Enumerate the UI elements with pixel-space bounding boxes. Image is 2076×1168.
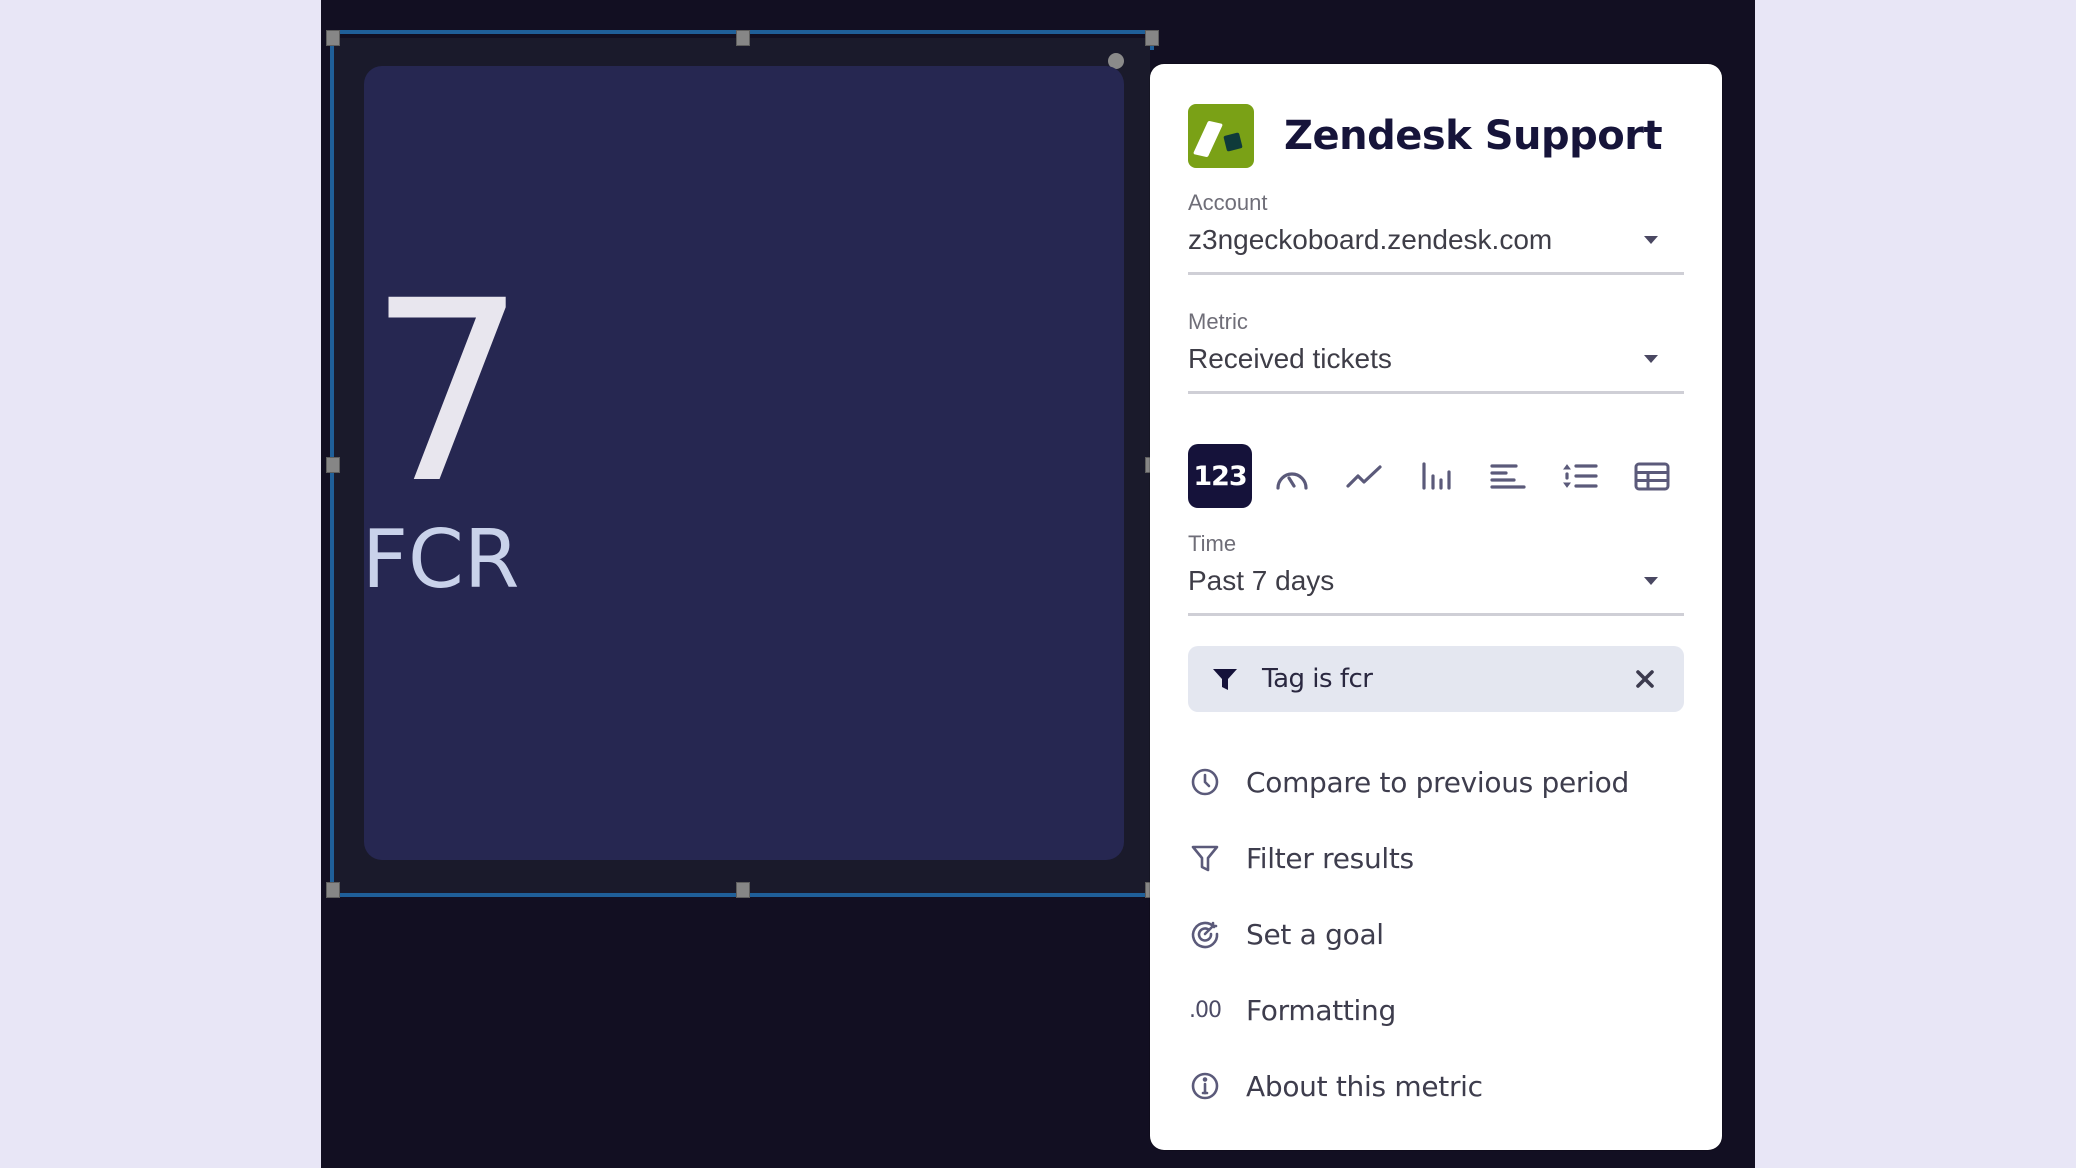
metric-select[interactable]: Received tickets xyxy=(1188,343,1684,394)
resize-handle-top-right[interactable] xyxy=(1145,30,1159,46)
viz-table-button[interactable] xyxy=(1620,444,1684,508)
option-label: Set a goal xyxy=(1246,917,1384,951)
filter-chip[interactable]: Tag is fcr xyxy=(1188,646,1684,712)
set-goal-option[interactable]: Set a goal xyxy=(1188,896,1684,972)
resize-handle-bottom[interactable] xyxy=(736,882,750,898)
account-value: z3ngeckoboard.zendesk.com xyxy=(1188,224,1553,255)
widget-config-panel: Zendesk Support Account z3ngeckoboard.ze… xyxy=(1150,64,1722,1150)
info-icon xyxy=(1191,1072,1219,1100)
visualization-picker: 123 xyxy=(1188,444,1692,508)
line-chart-icon xyxy=(1346,465,1382,488)
column-chart-icon xyxy=(1422,462,1451,490)
time-value: Past 7 days xyxy=(1188,565,1335,596)
viz-gauge-button[interactable] xyxy=(1260,444,1324,508)
target-icon xyxy=(1191,921,1219,949)
viz-leaderboard-button[interactable] xyxy=(1548,444,1612,508)
metric-value: Received tickets xyxy=(1188,343,1392,374)
number-icon: 123 xyxy=(1193,460,1247,492)
bar-chart-icon xyxy=(1490,464,1526,489)
time-field: Time Past 7 days xyxy=(1188,531,1684,616)
gauge-icon xyxy=(1276,472,1308,490)
resize-handle-top-left[interactable] xyxy=(326,30,340,46)
close-icon[interactable] xyxy=(1634,668,1656,690)
panel-header: Zendesk Support xyxy=(1188,104,1663,168)
chevron-down-icon xyxy=(1644,236,1658,244)
resize-handle-top[interactable] xyxy=(736,30,750,46)
about-metric-option[interactable]: About this metric xyxy=(1188,1048,1684,1124)
viz-column-button[interactable] xyxy=(1404,444,1468,508)
resize-handle-left[interactable] xyxy=(326,457,340,473)
account-field: Account z3ngeckoboard.zendesk.com xyxy=(1188,190,1684,275)
option-label: Compare to previous period xyxy=(1246,765,1629,799)
widget-title: FCR xyxy=(362,513,520,606)
filter-outline-icon xyxy=(1191,845,1219,872)
viz-line-button[interactable] xyxy=(1332,444,1396,508)
clock-icon xyxy=(1191,768,1219,796)
chevron-down-icon xyxy=(1644,355,1658,363)
time-label: Time xyxy=(1188,531,1237,556)
compare-previous-period-option[interactable]: Compare to previous period xyxy=(1188,744,1684,820)
formatting-option[interactable]: .00 Formatting xyxy=(1188,972,1684,1048)
option-label: Filter results xyxy=(1246,841,1414,875)
decimal-format-icon: .00 xyxy=(1189,997,1222,1023)
options-list: Compare to previous period Filter result… xyxy=(1188,744,1684,1124)
filter-results-option[interactable]: Filter results xyxy=(1188,820,1684,896)
account-select[interactable]: z3ngeckoboard.zendesk.com xyxy=(1188,224,1684,275)
resize-handle-bottom-left[interactable] xyxy=(326,882,340,898)
widget-value: 7 xyxy=(368,247,528,538)
table-icon xyxy=(1634,462,1670,491)
filter-chip-text: Tag is fcr xyxy=(1262,664,1373,694)
account-label: Account xyxy=(1188,190,1268,215)
chevron-down-icon xyxy=(1644,577,1658,585)
metric-field: Metric Received tickets xyxy=(1188,309,1684,394)
viz-bar-button[interactable] xyxy=(1476,444,1540,508)
option-label: Formatting xyxy=(1246,993,1396,1027)
viz-number-button[interactable]: 123 xyxy=(1188,444,1252,508)
option-label: About this metric xyxy=(1246,1069,1483,1103)
integration-title: Zendesk Support xyxy=(1284,113,1663,159)
leaderboard-icon xyxy=(1563,464,1598,488)
time-select[interactable]: Past 7 days xyxy=(1188,565,1684,616)
metric-label: Metric xyxy=(1188,309,1248,334)
filter-solid-icon xyxy=(1213,669,1237,690)
zendesk-logo-icon xyxy=(1188,104,1254,168)
